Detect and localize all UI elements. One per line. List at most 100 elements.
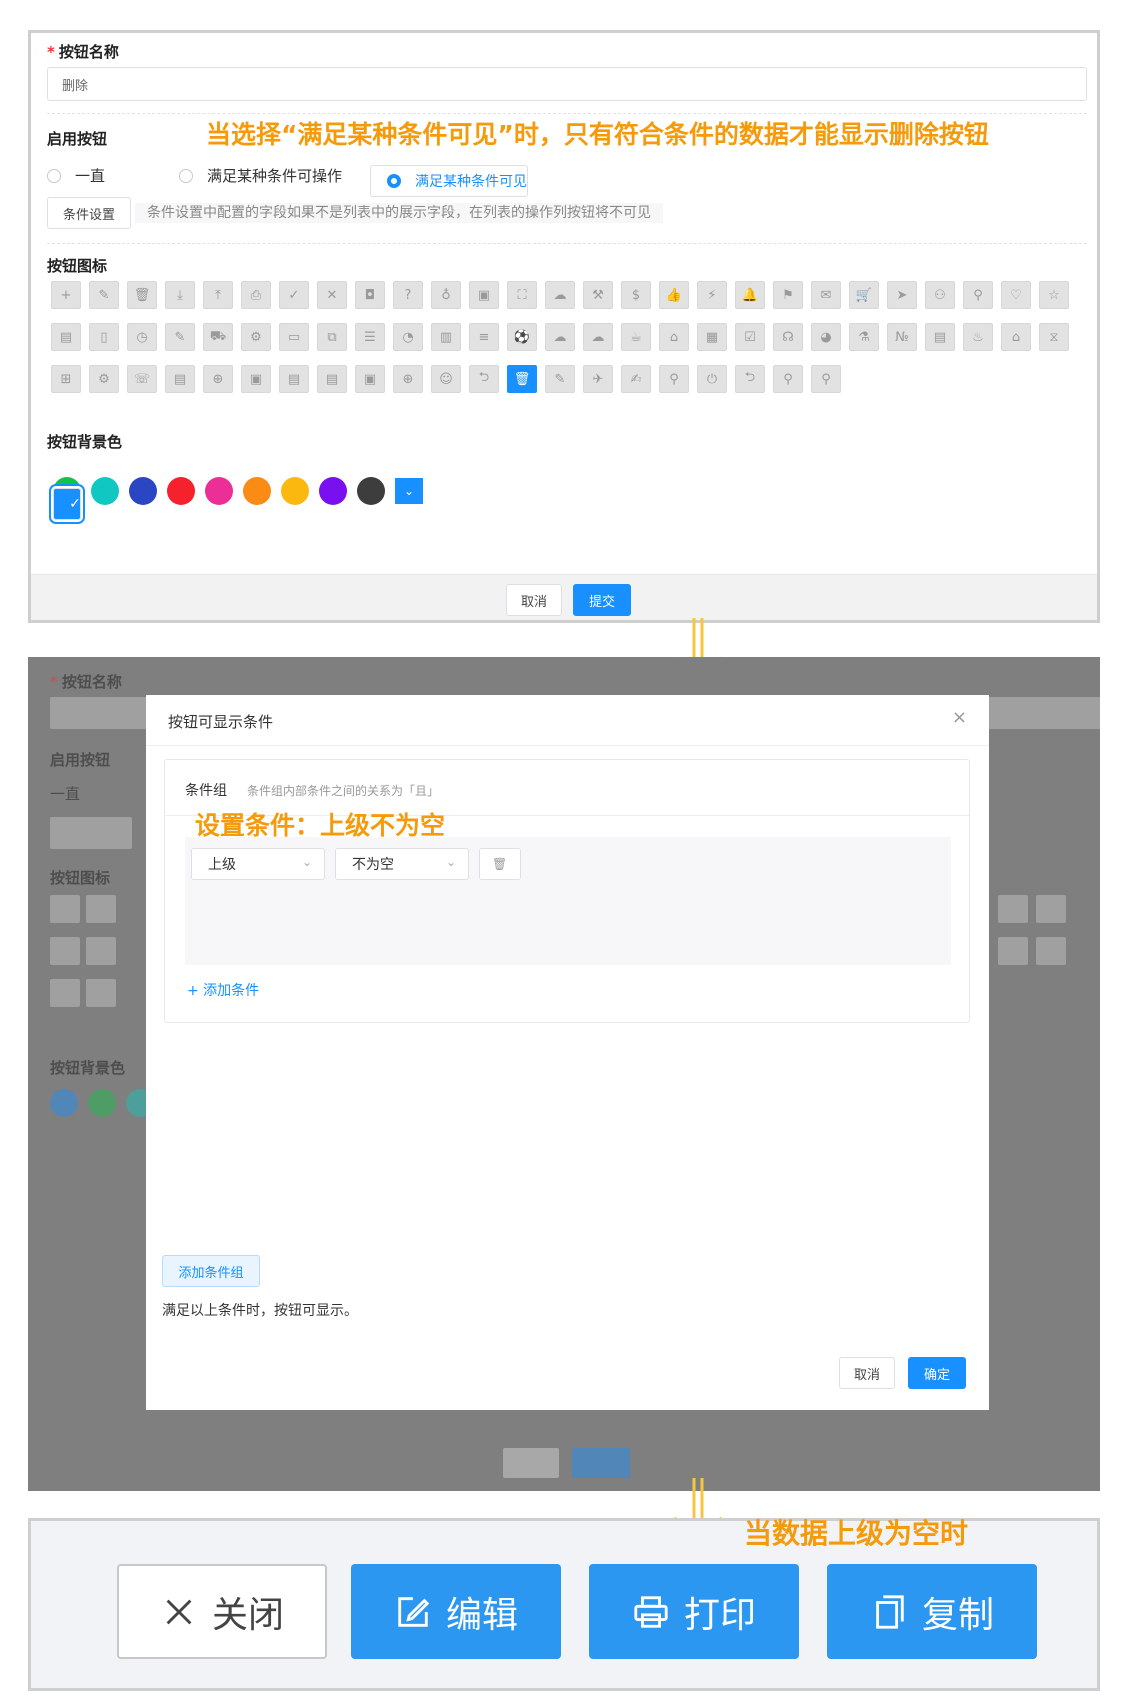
icon-option[interactable]: ▤ (51, 323, 81, 351)
icon-option[interactable]: ▤ (279, 365, 309, 393)
icon-option[interactable]: ⧉ (317, 323, 347, 351)
icon-option[interactable]: ⤒ (203, 281, 233, 309)
icon-option[interactable]: ✎ (165, 323, 195, 351)
icon-option[interactable]: 🔔 (735, 281, 765, 309)
icon-option[interactable]: ▯ (89, 323, 119, 351)
icon-option[interactable]: ▤ (925, 323, 955, 351)
copy-button[interactable]: 复制 (827, 1564, 1037, 1659)
icon-option[interactable]: ⮌ (735, 365, 765, 393)
icon-option[interactable]: ☕ (621, 323, 651, 351)
radio-operable[interactable]: 满足某种条件可操作 (179, 165, 342, 186)
icon-option[interactable]: ▦ (697, 323, 727, 351)
icon-option[interactable]: ▥ (431, 323, 461, 351)
condition-settings-button[interactable]: 条件设置 (47, 197, 131, 229)
icon-option[interactable]: ⏻ (697, 365, 727, 393)
icon-option[interactable]: ▭ (279, 323, 309, 351)
icon-option[interactable]: ⚒ (583, 281, 613, 309)
icon-option[interactable]: ⚲ (773, 365, 803, 393)
icon-option[interactable]: ▣ (241, 365, 271, 393)
delete-condition-button[interactable]: 🗑 (479, 848, 521, 880)
icon-option[interactable]: ✓ (279, 281, 309, 309)
color-swatch[interactable] (91, 477, 119, 505)
add-condition-group-button[interactable]: 添加条件组 (162, 1255, 260, 1287)
icon-option[interactable]: ⚽ (507, 323, 537, 351)
icon-option[interactable]: ⊕ (393, 365, 423, 393)
close-button[interactable]: 关闭 (117, 1564, 327, 1659)
color-swatch[interactable]: ✓ (53, 488, 81, 520)
add-condition-link[interactable]: + 添加条件 (187, 980, 259, 1000)
icon-option[interactable]: ✍ (621, 365, 651, 393)
icon-option[interactable]: ➤ (887, 281, 917, 309)
icon-option[interactable]: ☊ (773, 323, 803, 351)
edit-button[interactable]: 编辑 (351, 1564, 561, 1659)
icon-option[interactable]: ⤓ (165, 281, 195, 309)
icon-option[interactable]: ⚲ (811, 365, 841, 393)
icon-option[interactable]: ✕ (317, 281, 347, 309)
field-select[interactable]: 上级 ⌄ (191, 848, 325, 880)
icon-option[interactable]: ▣ (469, 281, 499, 309)
color-swatch[interactable] (319, 477, 347, 505)
icon-option[interactable]: ⚑ (773, 281, 803, 309)
print-button[interactable]: 打印 (589, 1564, 799, 1659)
icon-option[interactable]: ▣ (355, 365, 385, 393)
icon-option[interactable]: ✈ (583, 365, 613, 393)
icon-option[interactable]: ⎙ (241, 281, 271, 309)
icon-option[interactable]: ? (393, 281, 423, 309)
icon-option[interactable]: ☆ (1039, 281, 1069, 309)
icon-option[interactable]: ⚇ (925, 281, 955, 309)
dialog-cancel-button[interactable]: 取消 (839, 1357, 895, 1389)
icon-option[interactable]: ♡ (1001, 281, 1031, 309)
icon-option[interactable]: ⚲ (659, 365, 689, 393)
operator-select[interactable]: 不为空 ⌄ (335, 848, 469, 880)
icon-option[interactable]: ◔ (393, 323, 423, 351)
icon-option[interactable]: ☁ (545, 281, 575, 309)
dialog-ok-button[interactable]: 确定 (908, 1357, 966, 1389)
icon-option[interactable]: ⚙ (241, 323, 271, 351)
color-swatch[interactable] (167, 477, 195, 505)
cancel-button[interactable]: 取消 (506, 584, 562, 616)
icon-option[interactable]: ⌂ (1001, 323, 1031, 351)
icon-option[interactable]: + (51, 281, 81, 309)
icon-option[interactable]: ☑ (735, 323, 765, 351)
icon-option[interactable]: ⮌ (469, 365, 499, 393)
icon-option[interactable]: ☰ (355, 323, 385, 351)
color-swatch[interactable] (357, 477, 385, 505)
icon-option[interactable]: ⚡ (697, 281, 727, 309)
icon-option[interactable]: 👍 (659, 281, 689, 309)
close-icon[interactable]: × (952, 707, 967, 728)
icon-option[interactable]: ⊞ (51, 365, 81, 393)
icon-option[interactable]: ⚲ (963, 281, 993, 309)
icon-option[interactable]: ⧖ (1039, 323, 1069, 351)
icon-option[interactable]: ⚗ (849, 323, 879, 351)
icon-option[interactable]: 🗑 (507, 365, 537, 393)
icon-option[interactable]: ▤ (165, 365, 195, 393)
icon-option[interactable]: ✉ (811, 281, 841, 309)
icon-option[interactable]: ◷ (127, 323, 157, 351)
radio-always[interactable]: 一直 (47, 165, 105, 186)
icon-option[interactable]: № (887, 323, 917, 351)
radio-visible[interactable]: 满足某种条件可见 (370, 165, 528, 197)
submit-button[interactable]: 提交 (573, 584, 631, 616)
icon-option[interactable]: ☏ (127, 365, 157, 393)
icon-option[interactable]: ≡ (469, 323, 499, 351)
icon-option[interactable]: ✎ (89, 281, 119, 309)
icon-option[interactable]: 🛒 (849, 281, 879, 309)
color-swatch[interactable] (281, 477, 309, 505)
icon-option[interactable]: ◘ (355, 281, 385, 309)
icon-option[interactable]: ▤ (317, 365, 347, 393)
icon-option[interactable]: ☁ (545, 323, 575, 351)
icon-option[interactable]: ✎ (545, 365, 575, 393)
icon-option[interactable]: ⌂ (659, 323, 689, 351)
button-name-input[interactable]: 删除 (47, 67, 1087, 101)
color-dropdown-button[interactable]: ⌄ (395, 478, 423, 504)
icon-option[interactable]: ⊕ (203, 365, 233, 393)
icon-option[interactable]: ⛟ (203, 323, 233, 351)
color-swatch[interactable] (129, 477, 157, 505)
icon-option[interactable]: $ (621, 281, 651, 309)
icon-option[interactable]: ♁ (431, 281, 461, 309)
icon-option[interactable]: ◕ (811, 323, 841, 351)
color-swatch[interactable] (205, 477, 233, 505)
icon-option[interactable]: ☁ (583, 323, 613, 351)
icon-option[interactable]: ☺ (431, 365, 461, 393)
color-swatch[interactable] (243, 477, 271, 505)
